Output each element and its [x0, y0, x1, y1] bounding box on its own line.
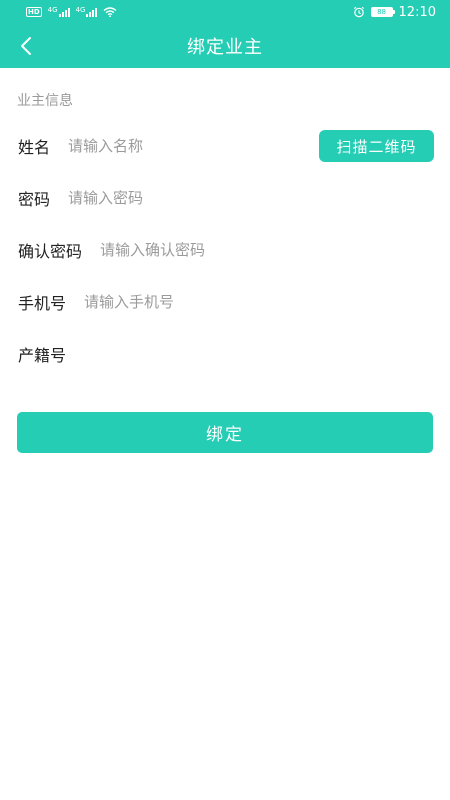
signal-icon [86, 7, 98, 17]
property-no-row: 产籍号 [17, 328, 433, 380]
wifi-icon [103, 7, 117, 17]
name-label: 姓名 [18, 138, 51, 157]
phone-screen: HD 4G 4G 88 12:10 绑定业主 业主信息 姓名 请输入名称 扫描二… [0, 0, 450, 800]
signal-group-1: 4G [47, 5, 70, 17]
status-left: HD 4G 4G [26, 5, 117, 17]
confirm-password-input[interactable] [100, 241, 433, 259]
app-header: HD 4G 4G 88 12:10 绑定业主 [0, 0, 450, 68]
signal-icon [58, 7, 70, 17]
section-title: 业主信息 [17, 93, 73, 109]
signal-group-2: 4G [75, 5, 98, 17]
back-button[interactable] [8, 24, 44, 68]
nav-bar: 绑定业主 [0, 24, 450, 68]
password-row: 密码 [17, 172, 433, 224]
network-type-1: 4G [47, 5, 58, 14]
status-bar: HD 4G 4G 88 12:10 [0, 0, 450, 24]
phone-row: 手机号 [17, 276, 433, 328]
network-type-2: 4G [75, 5, 86, 14]
bind-button[interactable]: 绑定 [17, 412, 433, 453]
status-time: 12:10 [398, 4, 436, 20]
chevron-left-icon [19, 36, 33, 56]
name-row: 姓名 扫描二维码 [17, 120, 434, 172]
scan-qr-button[interactable]: 扫描二维码 [319, 130, 434, 162]
name-input[interactable] [68, 137, 319, 155]
battery-icon: 88 [370, 7, 395, 17]
alarm-icon [353, 6, 365, 18]
confirm-password-row: 确认密码 [17, 224, 433, 276]
property-no-label: 产籍号 [18, 346, 67, 365]
phone-label: 手机号 [18, 294, 67, 313]
phone-input[interactable] [84, 293, 433, 311]
hd-icon: HD [26, 7, 42, 17]
password-input[interactable] [68, 189, 433, 207]
property-no-input[interactable] [84, 345, 433, 363]
status-right: 88 12:10 [353, 5, 436, 20]
page-title: 绑定业主 [187, 37, 263, 58]
password-label: 密码 [18, 190, 51, 209]
confirm-password-label: 确认密码 [18, 242, 83, 261]
form-content: 业主信息 姓名 扫描二维码 密码 确认密码 手机号 产籍号 绑定 [0, 68, 450, 453]
